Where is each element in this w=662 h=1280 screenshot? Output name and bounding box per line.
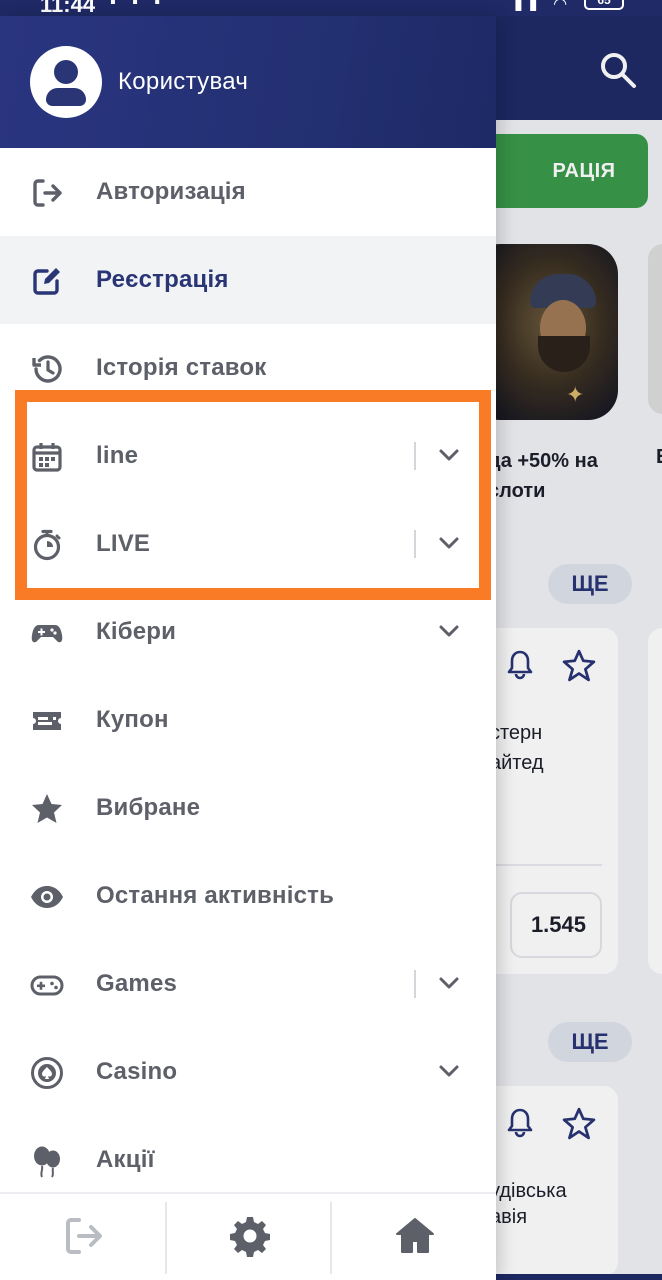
menu-item-coupon[interactable]: Купон [0, 676, 496, 764]
menu-item-games[interactable]: Games [0, 940, 496, 1028]
drawer-menu: Авторизація Реєстрація Історія ставок li… [0, 148, 496, 1204]
casino-chip-icon [30, 1056, 64, 1090]
logout-icon [61, 1214, 105, 1263]
highlight-box [15, 390, 491, 600]
menu-item-casino[interactable]: Casino [0, 1028, 496, 1116]
menu-item-login[interactable]: Авторизація [0, 148, 496, 236]
ticket-icon [30, 704, 64, 738]
divider [414, 970, 416, 998]
menu-item-favorites[interactable]: Вибране [0, 764, 496, 852]
chevron-down-icon[interactable] [436, 1058, 462, 1084]
menu-label: Остання активність [96, 882, 335, 909]
menu-label: Купон [96, 706, 169, 733]
menu-item-promotions[interactable]: Акції [0, 1116, 496, 1204]
battery-icon: 65 [584, 0, 624, 10]
menu-label: Кібери [96, 618, 177, 645]
edit-icon [30, 264, 64, 298]
settings-icon [228, 1214, 272, 1263]
chevron-down-icon[interactable] [436, 618, 462, 644]
drawer-header: Користувач [0, 16, 496, 148]
settings-button[interactable] [167, 1194, 332, 1280]
history-icon [30, 352, 64, 386]
logout-button[interactable] [0, 1194, 165, 1280]
navigation-drawer: Користувач Авторизація Реєстрація Історі… [0, 16, 496, 1280]
menu-item-recent-activity[interactable]: Остання активність [0, 852, 496, 940]
gamepad-icon [30, 616, 64, 650]
menu-label: Авторизація [96, 178, 246, 205]
menu-item-cyber[interactable]: Кібери [0, 588, 496, 676]
drawer-footer [0, 1192, 496, 1280]
home-icon [393, 1214, 437, 1263]
menu-label: Акції [96, 1146, 155, 1173]
balloons-icon [30, 1144, 64, 1178]
menu-label: Games [96, 970, 178, 997]
menu-label: Історія ставок [96, 354, 267, 381]
chevron-down-icon[interactable] [436, 970, 462, 996]
menu-label: Вибране [96, 794, 201, 821]
home-button[interactable] [332, 1194, 496, 1280]
eye-icon [30, 880, 64, 914]
menu-label: Casino [96, 1058, 178, 1085]
menu-item-register[interactable]: Реєстрація [0, 236, 496, 324]
status-bar: 11:44 ▪ ▪ ▪ ▮▮ ◠ 65 [0, 0, 662, 16]
controller-icon [30, 968, 64, 1002]
status-time: 11:44 [40, 0, 96, 16]
notification-icons: ▪ ▪ ▪ [110, 0, 166, 11]
signal-icon: ▮▮ ◠ [514, 0, 573, 13]
login-icon [30, 176, 64, 210]
menu-label: Реєстрація [96, 266, 229, 293]
star-icon [30, 792, 64, 826]
user-name: Користувач [118, 68, 249, 95]
avatar[interactable] [30, 46, 102, 118]
